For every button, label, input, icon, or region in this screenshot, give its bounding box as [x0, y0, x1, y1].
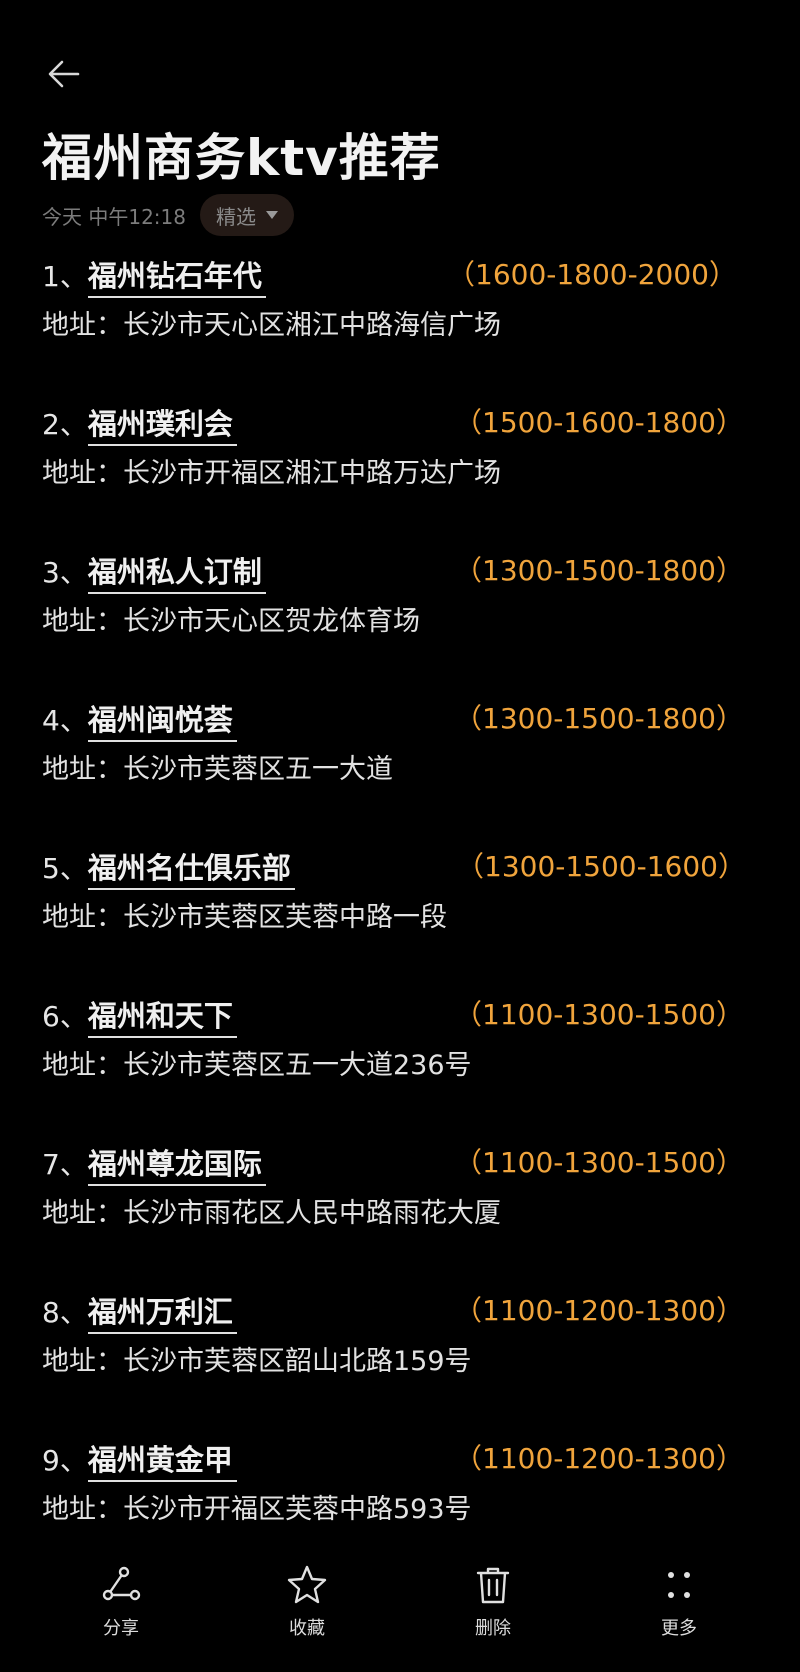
list-item: 8、 福州万利汇 （1100-1200-1300） 地址：长沙市芙蓉区韶山北路159号 [42, 1289, 762, 1437]
item-index: 8、 [42, 1296, 88, 1329]
share-button[interactable]: 分享 [71, 1562, 171, 1640]
item-address: 地址：长沙市芙蓉区五一大道 [42, 754, 393, 785]
item-address: 地址：长沙市天心区湘江中路海信广场 [42, 310, 501, 341]
item-address: 地址：长沙市天心区贺龙体育场 [42, 606, 420, 637]
item-name-link[interactable]: 福州名仕俱乐部 [87, 845, 295, 890]
item-address: 地址：长沙市开福区湘江中路万达广场 [42, 458, 501, 489]
item-index: 5、 [42, 852, 88, 885]
list-item: 4、 福州闽悦荟 （1300-1500-1800） 地址：长沙市芙蓉区五一大道 [42, 697, 762, 845]
item-index: 1、 [42, 260, 88, 293]
list-item: 6、 福州和天下 （1100-1300-1500） 地址：长沙市芙蓉区五一大道236号 [42, 993, 762, 1141]
item-header: 6、 福州和天下 （1100-1300-1500） [42, 993, 762, 1038]
more-dots-icon [668, 1572, 690, 1598]
more-button[interactable]: 更多 [629, 1562, 729, 1640]
item-price: （1300-1500-1600） [456, 850, 746, 883]
tag-dropdown[interactable]: 精选 [200, 194, 294, 236]
item-name-link[interactable]: 福州万利汇 [87, 1289, 237, 1334]
item-header: 9、 福州黄金甲 （1100-1200-1300） [42, 1437, 762, 1482]
item-price: （1100-1300-1500） [454, 998, 744, 1031]
item-index: 3、 [42, 556, 88, 589]
list-item: 3、 福州私人订制 （1300-1500-1800） 地址：长沙市天心区贺龙体育场 [42, 549, 762, 697]
item-name-link[interactable]: 福州和天下 [87, 993, 237, 1038]
delete-label: 删除 [475, 1618, 511, 1639]
item-price: （1300-1500-1800） [454, 702, 744, 735]
item-address: 地址：长沙市芙蓉区五一大道236号 [42, 1050, 472, 1081]
back-button[interactable] [40, 50, 88, 98]
item-price: （1100-1200-1300） [454, 1294, 744, 1327]
list-item: 5、 福州名仕俱乐部 （1300-1500-1600） 地址：长沙市芙蓉区芙蓉中路一段 [42, 845, 762, 993]
item-price: （1100-1200-1300） [454, 1442, 744, 1475]
delete-button[interactable]: 删除 [443, 1562, 543, 1640]
more-label: 更多 [661, 1618, 697, 1639]
share-icon [102, 1566, 141, 1601]
item-address: 地址：长沙市芙蓉区韶山北路159号 [42, 1346, 472, 1377]
caret-down-icon [266, 211, 278, 219]
item-address: 地址：长沙市开福区芙蓉中路593号 [42, 1494, 472, 1525]
item-price: （1100-1300-1500） [454, 1146, 744, 1179]
item-name-link[interactable]: 福州璞利会 [87, 401, 237, 446]
item-header: 5、 福州名仕俱乐部 （1300-1500-1600） [42, 845, 762, 890]
star-icon [287, 1565, 327, 1604]
item-header: 1、 福州钻石年代 （1600-1800-2000） [42, 253, 762, 298]
item-header: 3、 福州私人订制 （1300-1500-1800） [42, 549, 762, 594]
arrow-left-icon [48, 60, 80, 88]
item-index: 4、 [42, 704, 88, 737]
item-name-link[interactable]: 福州闽悦荟 [87, 697, 237, 742]
item-index: 7、 [42, 1148, 88, 1181]
bottom-action-bar: 分享 收藏 删除 更多 [0, 1522, 800, 1672]
favorite-button[interactable]: 收藏 [257, 1562, 357, 1640]
item-header: 4、 福州闽悦荟 （1300-1500-1800） [42, 697, 762, 742]
meta-row: 今天 中午12:18 精选 [42, 194, 294, 236]
item-header: 2、 福州璞利会 （1500-1600-1800） [42, 401, 762, 446]
page-title: 福州商务ktv推荐 [42, 129, 441, 187]
item-name-link[interactable]: 福州私人订制 [87, 549, 266, 594]
item-index: 6、 [42, 1000, 88, 1033]
item-name-link[interactable]: 福州黄金甲 [87, 1437, 237, 1482]
list-item: 7、 福州尊龙国际 （1100-1300-1500） 地址：长沙市雨花区人民中路雨花大… [42, 1141, 762, 1289]
trash-icon [476, 1567, 510, 1604]
tag-label: 精选 [216, 204, 256, 229]
item-header: 8、 福州万利汇 （1100-1200-1300） [42, 1289, 762, 1334]
timestamp: 今天 中午12:18 [42, 204, 186, 229]
item-index: 9、 [42, 1444, 88, 1477]
item-header: 7、 福州尊龙国际 （1100-1300-1500） [42, 1141, 762, 1186]
item-name-link[interactable]: 福州尊龙国际 [87, 1141, 266, 1186]
share-label: 分享 [103, 1618, 139, 1639]
ktv-list: 1、 福州钻石年代 （1600-1800-2000） 地址：长沙市天心区湘江中路海信广… [42, 253, 762, 1585]
item-address: 地址：长沙市芙蓉区芙蓉中路一段 [42, 902, 447, 933]
list-item: 1、 福州钻石年代 （1600-1800-2000） 地址：长沙市天心区湘江中路海信广… [42, 253, 762, 401]
favorite-label: 收藏 [289, 1618, 325, 1639]
list-item: 2、 福州璞利会 （1500-1600-1800） 地址：长沙市开福区湘江中路万达广场 [42, 401, 762, 549]
item-price: （1500-1600-1800） [454, 406, 744, 439]
item-price: （1600-1800-2000） [447, 258, 737, 291]
item-address: 地址：长沙市雨花区人民中路雨花大厦 [42, 1198, 501, 1229]
item-price: （1300-1500-1800） [454, 554, 744, 587]
item-name-link[interactable]: 福州钻石年代 [87, 253, 266, 298]
item-index: 2、 [42, 408, 88, 441]
